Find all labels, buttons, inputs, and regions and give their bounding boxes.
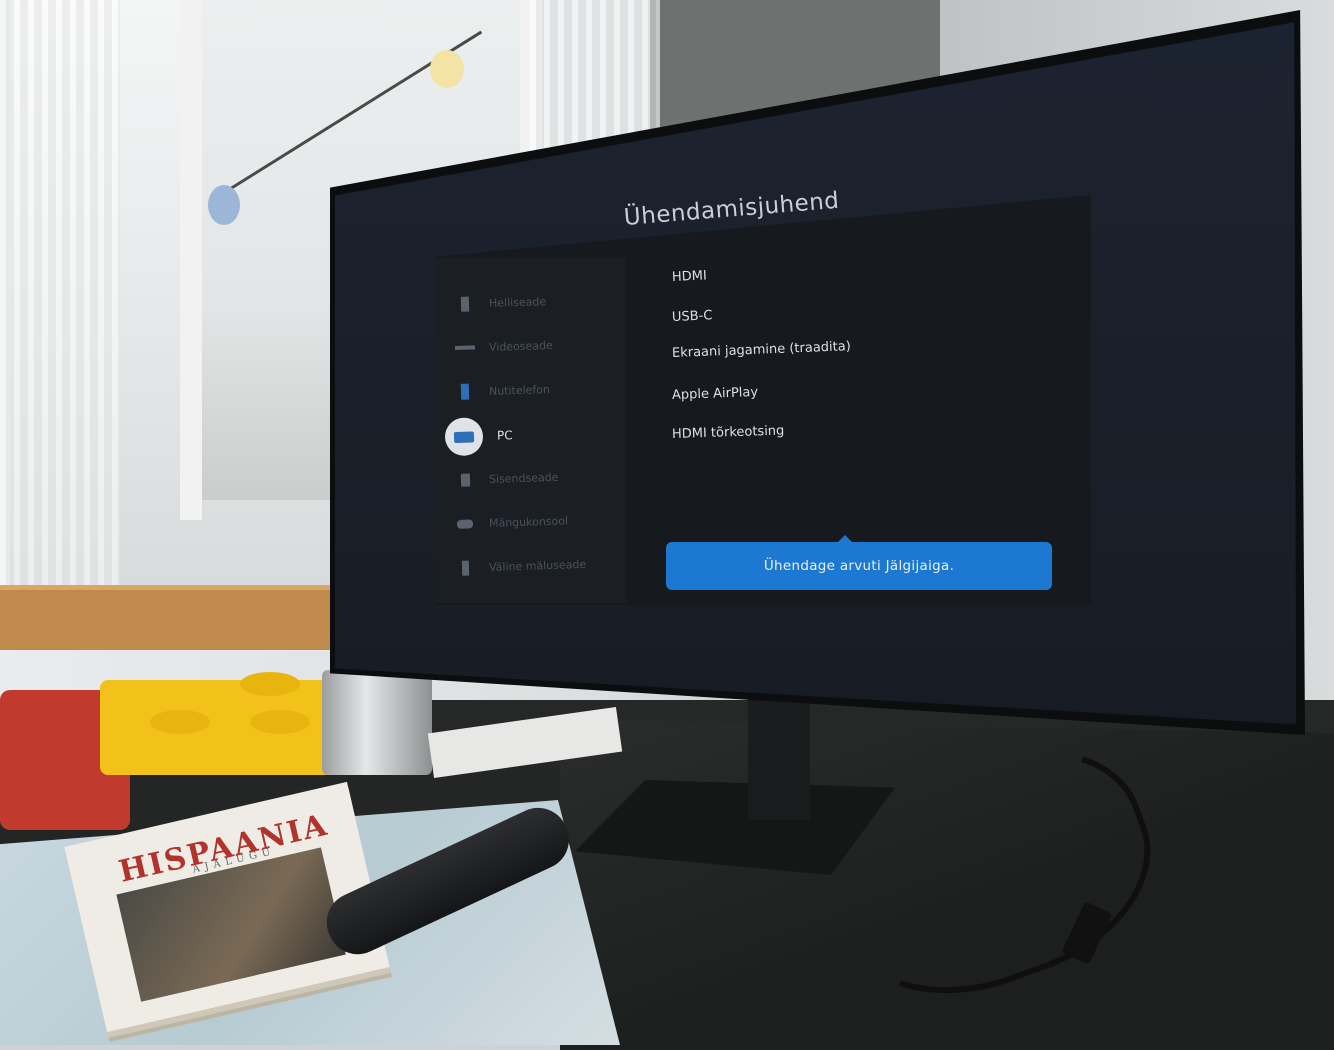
- category-label: PC: [496, 428, 513, 443]
- usb-storage-icon: [455, 559, 475, 576]
- monitor-stand: [748, 690, 810, 820]
- category-item[interactable]: Nutitelefon: [455, 381, 551, 400]
- video-device-icon: [454, 339, 476, 356]
- category-label: Nutitelefon: [488, 382, 551, 398]
- category-label: Sisendseade: [488, 470, 559, 486]
- option-hdmi[interactable]: HDMI: [672, 268, 707, 285]
- light-bulb: [208, 185, 240, 225]
- category-item[interactable]: Helliseade: [455, 293, 547, 312]
- brick-knob: [250, 710, 310, 734]
- category-label: Helliseade: [488, 294, 547, 310]
- gamepad-icon: [455, 515, 475, 532]
- curtain: [0, 0, 120, 620]
- category-label: Mängukonsool: [488, 513, 569, 530]
- category-label: Väline mäluseade: [488, 557, 587, 574]
- brick-knob: [240, 672, 300, 696]
- metal-can: [322, 670, 432, 775]
- toy-yellow-brick: [100, 672, 340, 775]
- category-item-selected[interactable]: PC: [444, 416, 513, 457]
- tooltip-banner: Ühendage arvuti Jälgijaiga.: [666, 535, 1052, 590]
- option-apple-airplay[interactable]: Apple AirPlay: [672, 385, 759, 403]
- category-label: Videoseade: [488, 338, 553, 354]
- option-usb-c[interactable]: USB-C: [672, 308, 713, 325]
- input-device-icon: [455, 471, 475, 488]
- window-sill-front: [0, 590, 340, 650]
- brick-knob: [150, 710, 210, 734]
- window-frame: [180, 0, 202, 520]
- category-item[interactable]: Videoseade: [454, 337, 553, 356]
- pc-monitor-icon: [444, 417, 484, 457]
- speaker-icon: [455, 295, 475, 312]
- smartphone-icon: [455, 383, 475, 400]
- light-bulb: [430, 50, 464, 88]
- category-item[interactable]: Sisendseade: [455, 469, 559, 488]
